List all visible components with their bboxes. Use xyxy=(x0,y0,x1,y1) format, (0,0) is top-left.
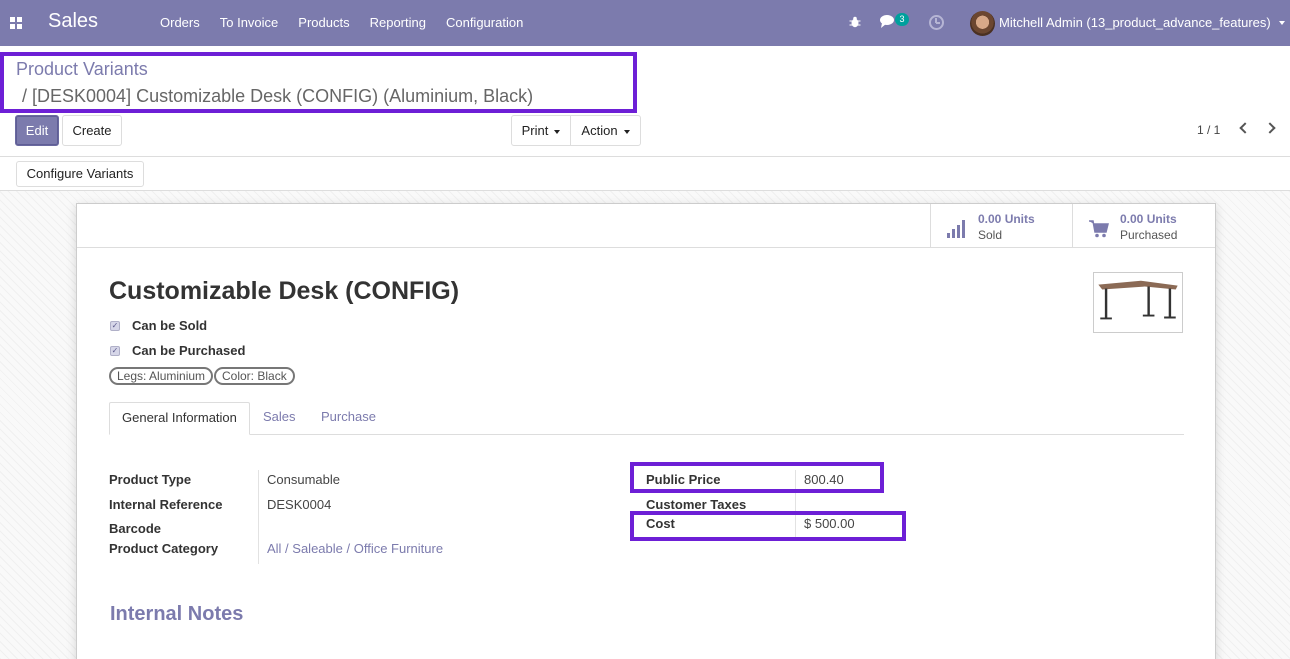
print-dropdown[interactable]: Print xyxy=(511,115,571,146)
highlight-box-breadcrumb xyxy=(0,52,637,113)
can-be-purchased-checkbox[interactable]: ✓ xyxy=(110,346,120,356)
can-be-sold-label: Can be Sold xyxy=(132,318,208,333)
can-be-sold-checkbox[interactable]: ✓ xyxy=(110,321,120,331)
action-label: Action xyxy=(581,123,618,138)
caret-down-icon xyxy=(554,129,561,134)
menu-products[interactable]: Products xyxy=(288,0,359,46)
caret-down-icon xyxy=(623,129,630,134)
product-type-label: Product Type xyxy=(109,472,192,487)
status-bar: Configure Variants xyxy=(0,157,1290,191)
menu-to-invoice[interactable]: To Invoice xyxy=(210,0,289,46)
tab-sales[interactable]: Sales xyxy=(251,402,308,435)
chevron-down-icon[interactable] xyxy=(1279,21,1285,25)
purchased-label: Purchased xyxy=(1120,228,1178,242)
product-type-value[interactable]: Consumable xyxy=(267,472,340,487)
user-menu[interactable]: Mitchell Admin (13_product_advance_featu… xyxy=(999,0,1271,46)
highlight-box-public-price xyxy=(630,462,884,493)
attribute-tag-legs: Legs: Aluminium xyxy=(109,367,214,385)
create-button[interactable]: Create xyxy=(62,115,122,146)
internal-reference-label: Internal Reference xyxy=(109,497,223,512)
can-be-purchased-label: Can be Purchased xyxy=(132,343,246,358)
smart-button-bar: 0.00 Units Sold 0.00 Units Purchased xyxy=(77,204,1215,248)
product-image[interactable] xyxy=(1093,272,1183,333)
chat-count-badge: 3 xyxy=(895,13,909,26)
product-title: Customizable Desk (CONFIG) xyxy=(109,277,460,305)
product-category-link[interactable]: All / Saleable / Office Furniture xyxy=(267,541,443,556)
field-separator xyxy=(258,470,259,564)
bug-icon[interactable] xyxy=(849,16,861,28)
apps-grid-icon[interactable] xyxy=(10,17,22,29)
edit-button[interactable]: Edit xyxy=(15,115,59,146)
main-menu: Orders To Invoice Products Reporting Con… xyxy=(150,0,533,46)
chevron-right-icon[interactable] xyxy=(1264,122,1276,134)
action-dropdown[interactable]: Action xyxy=(570,115,641,146)
configure-variants-button[interactable]: Configure Variants xyxy=(16,161,144,187)
purchased-value: 0.00 Units xyxy=(1120,212,1177,226)
purchased-smart-button[interactable]: 0.00 Units Purchased xyxy=(1072,204,1215,247)
clock-icon[interactable] xyxy=(929,15,944,30)
highlight-box-cost xyxy=(630,511,906,541)
sold-smart-button[interactable]: 0.00 Units Sold xyxy=(930,204,1072,247)
menu-reporting[interactable]: Reporting xyxy=(360,0,436,46)
chevron-left-icon[interactable] xyxy=(1239,122,1251,134)
print-label: Print xyxy=(521,123,549,138)
signal-bars-icon xyxy=(947,220,969,238)
tab-general-information[interactable]: General Information xyxy=(109,402,250,435)
pager-value[interactable]: 1 / 1 xyxy=(1197,123,1220,137)
menu-orders[interactable]: Orders xyxy=(150,0,210,46)
product-category-label: Product Category xyxy=(109,541,219,556)
customer-taxes-label: Customer Taxes xyxy=(646,497,747,512)
menu-configuration[interactable]: Configuration xyxy=(436,0,533,46)
barcode-label: Barcode xyxy=(109,521,162,536)
form-sheet: 0.00 Units Sold 0.00 Units Purchased Cus… xyxy=(76,203,1216,659)
avatar[interactable] xyxy=(970,11,995,36)
sold-label: Sold xyxy=(978,228,1003,242)
internal-notes-title: Internal Notes xyxy=(110,603,244,625)
app-name[interactable]: Sales xyxy=(48,10,98,33)
desk-image xyxy=(1098,280,1178,320)
shopping-cart-icon xyxy=(1089,220,1109,238)
attribute-tag-color: Color: Black xyxy=(214,367,295,385)
sold-value: 0.00 Units xyxy=(978,212,1035,226)
internal-reference-value[interactable]: DESK0004 xyxy=(267,497,331,512)
tab-purchase[interactable]: Purchase xyxy=(309,402,388,435)
top-navbar: Sales Orders To Invoice Products Reporti… xyxy=(0,0,1290,46)
